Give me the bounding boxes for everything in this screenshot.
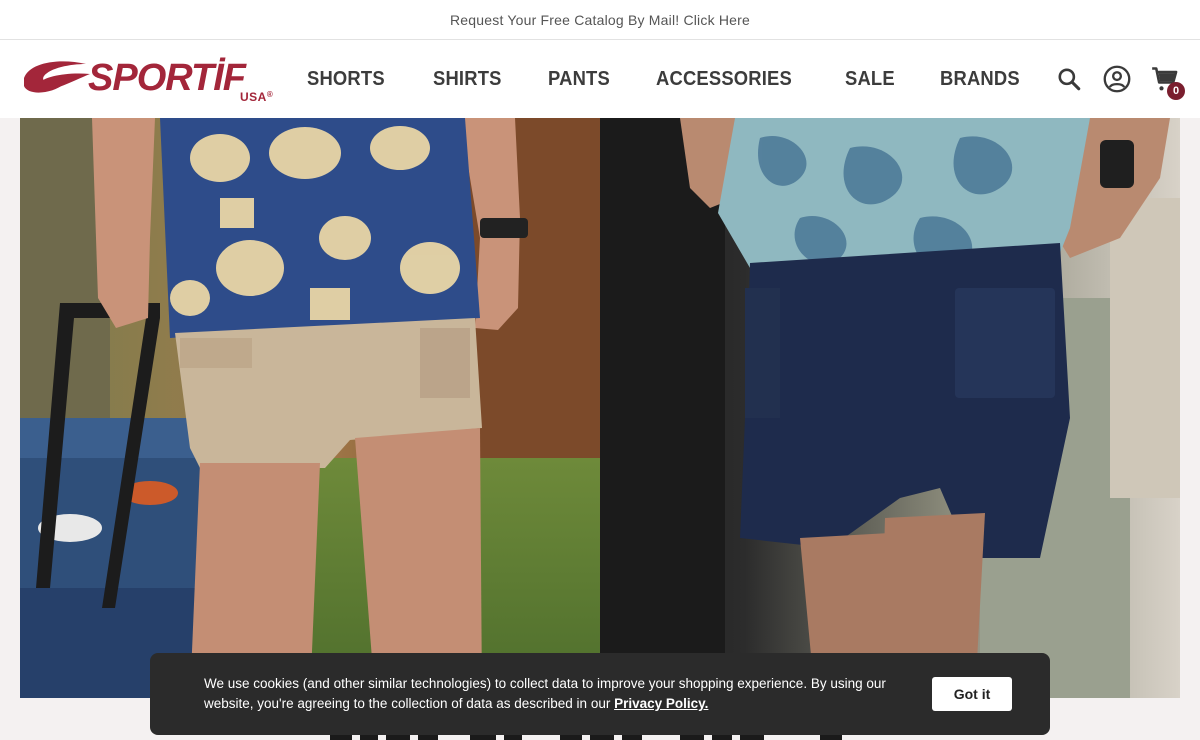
photo-khaki-shorts-icon xyxy=(20,118,600,698)
announcement-text[interactable]: Request Your Free Catalog By Mail! Click… xyxy=(450,12,750,28)
hero-image-left[interactable] xyxy=(20,118,600,698)
cookie-accept-button[interactable]: Got it xyxy=(932,677,1012,711)
nav-item-shorts[interactable]: SHORTS xyxy=(307,68,385,91)
nav-item-shirts[interactable]: SHIRTS xyxy=(433,68,502,91)
cookie-banner: We use cookies (and other similar techno… xyxy=(150,653,1050,735)
account-icon xyxy=(1103,65,1131,93)
hero-banner[interactable] xyxy=(20,118,1180,698)
privacy-policy-link[interactable]: Privacy Policy. xyxy=(614,696,708,711)
main-nav: SHORTS SHIRTS PANTS ACCESSORIES SALE BRA… xyxy=(307,40,1068,118)
photo-navy-shorts-icon xyxy=(600,118,1180,698)
account-button[interactable] xyxy=(1102,64,1132,94)
search-icon xyxy=(1058,68,1081,91)
cookie-text: We use cookies (and other similar techno… xyxy=(204,676,886,711)
nav-item-sale[interactable]: SALE xyxy=(845,68,895,91)
header-icons: 0 xyxy=(1036,40,1185,118)
nav-item-pants[interactable]: PANTS xyxy=(548,68,610,91)
nav-item-brands[interactable]: BRANDS xyxy=(940,68,1020,91)
cookie-message: We use cookies (and other similar techno… xyxy=(204,674,904,714)
search-button[interactable] xyxy=(1054,64,1084,94)
site-header: SPORTİF USA® SHORTS SHIRTS PANTS ACCESSO… xyxy=(0,40,1200,118)
nav-item-accessories[interactable]: ACCESSORIES xyxy=(656,68,792,91)
cart-count-badge: 0 xyxy=(1167,82,1185,100)
brand-logo[interactable]: SPORTİF USA® xyxy=(20,54,280,106)
brand-sub: USA® xyxy=(240,90,274,104)
hero-image-right[interactable] xyxy=(600,118,1180,698)
announcement-bar[interactable]: Request Your Free Catalog By Mail! Click… xyxy=(0,0,1200,40)
cart-button[interactable]: 0 xyxy=(1150,64,1185,100)
brand-name: SPORTİF xyxy=(88,57,246,99)
brand-swoosh-icon xyxy=(24,61,90,93)
